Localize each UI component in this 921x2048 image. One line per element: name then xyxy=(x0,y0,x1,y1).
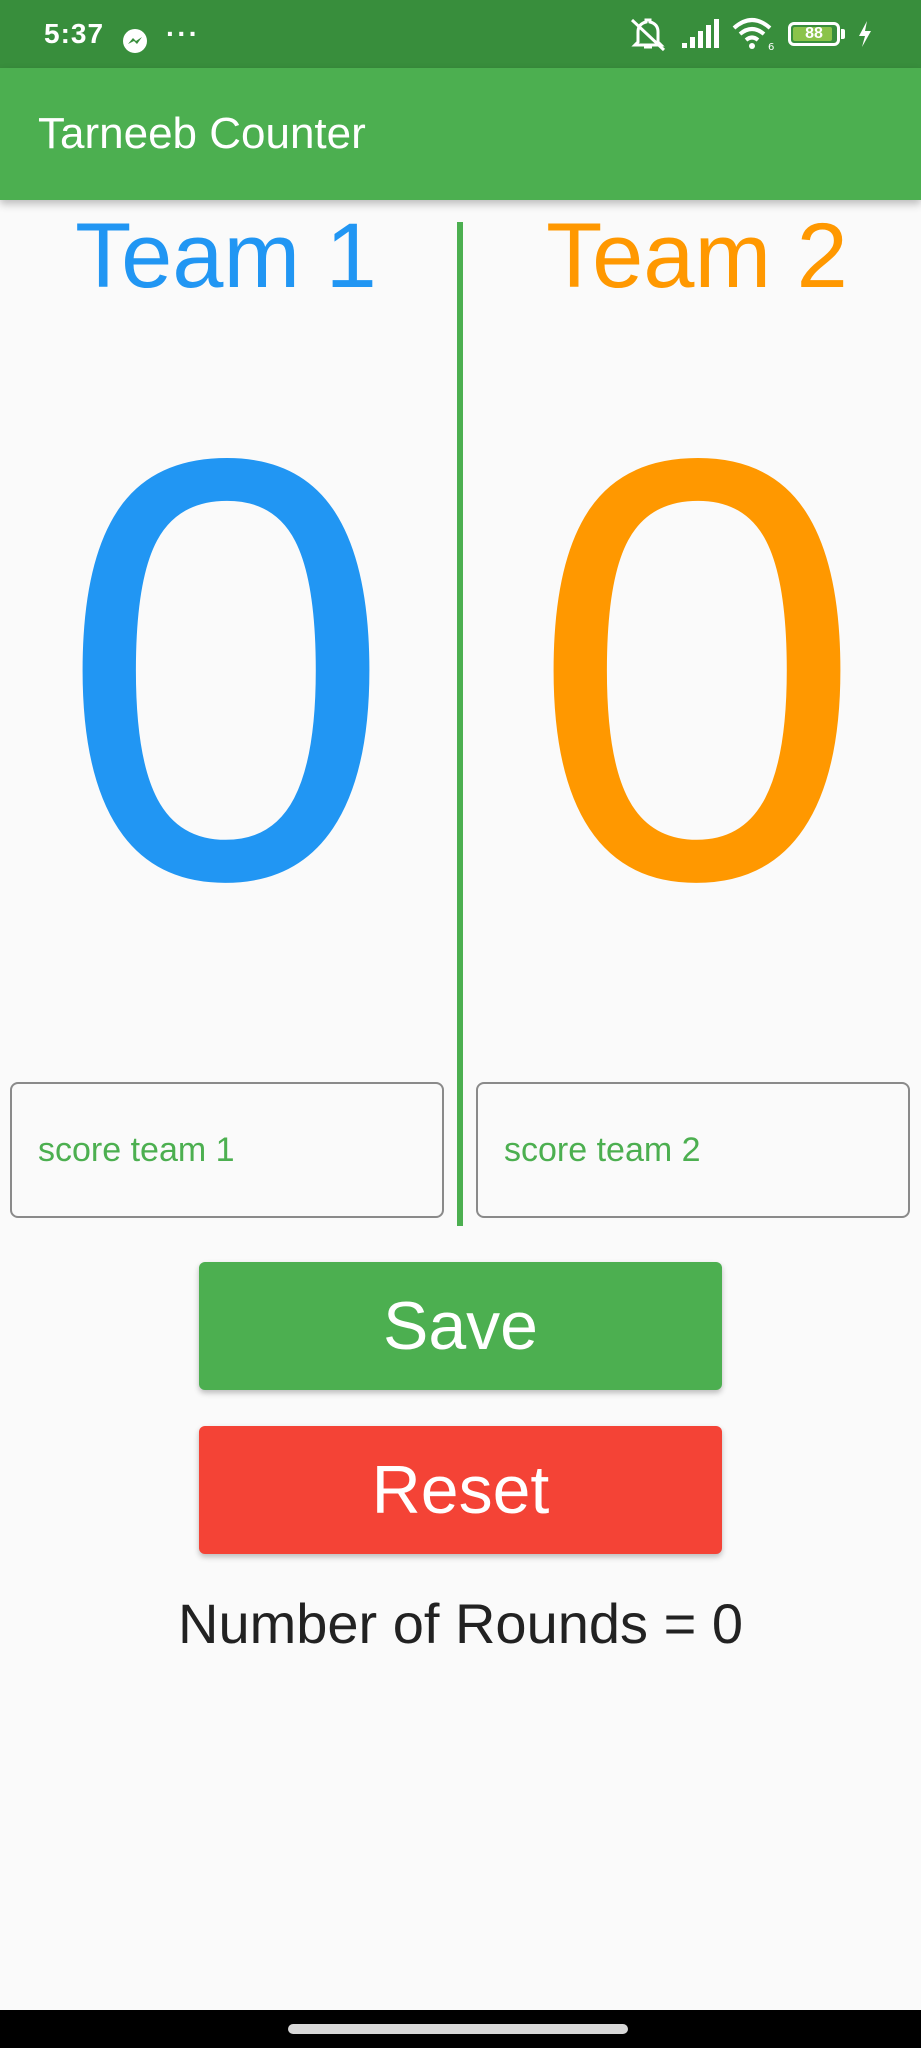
score-team-1-input[interactable] xyxy=(10,1082,444,1218)
status-bar: 5:37 ··· 6 88 xyxy=(0,0,921,68)
status-time: 5:37 xyxy=(44,18,105,49)
wifi-icon: 6 xyxy=(732,18,774,52)
battery-icon: 88 xyxy=(788,22,840,46)
team-1-name: Team 1 xyxy=(75,205,377,307)
save-button[interactable]: Save xyxy=(199,1262,722,1390)
team-2-name: Team 2 xyxy=(546,205,848,307)
app-bar: Tarneeb Counter xyxy=(0,68,921,200)
more-dots-icon: ··· xyxy=(166,18,200,49)
score-team-2-input[interactable] xyxy=(476,1082,910,1218)
team-1-score: 0 xyxy=(59,335,393,1005)
messenger-icon xyxy=(123,29,147,53)
status-icons: 6 88 xyxy=(628,0,873,68)
gesture-handle[interactable] xyxy=(288,2024,628,2034)
team-divider xyxy=(457,222,463,1226)
reset-button[interactable]: Reset xyxy=(199,1426,722,1554)
svg-text:6: 6 xyxy=(768,42,774,52)
navigation-bar xyxy=(0,2010,921,2048)
signal-icon xyxy=(682,19,719,48)
battery-tip xyxy=(841,29,845,39)
charging-icon xyxy=(859,21,871,47)
mute-icon xyxy=(630,18,666,52)
app-title: Tarneeb Counter xyxy=(38,109,366,158)
team-2-score: 0 xyxy=(530,335,864,1005)
rounds-counter: Number of Rounds = 0 xyxy=(178,1592,743,1655)
battery-level: 88 xyxy=(805,25,823,42)
